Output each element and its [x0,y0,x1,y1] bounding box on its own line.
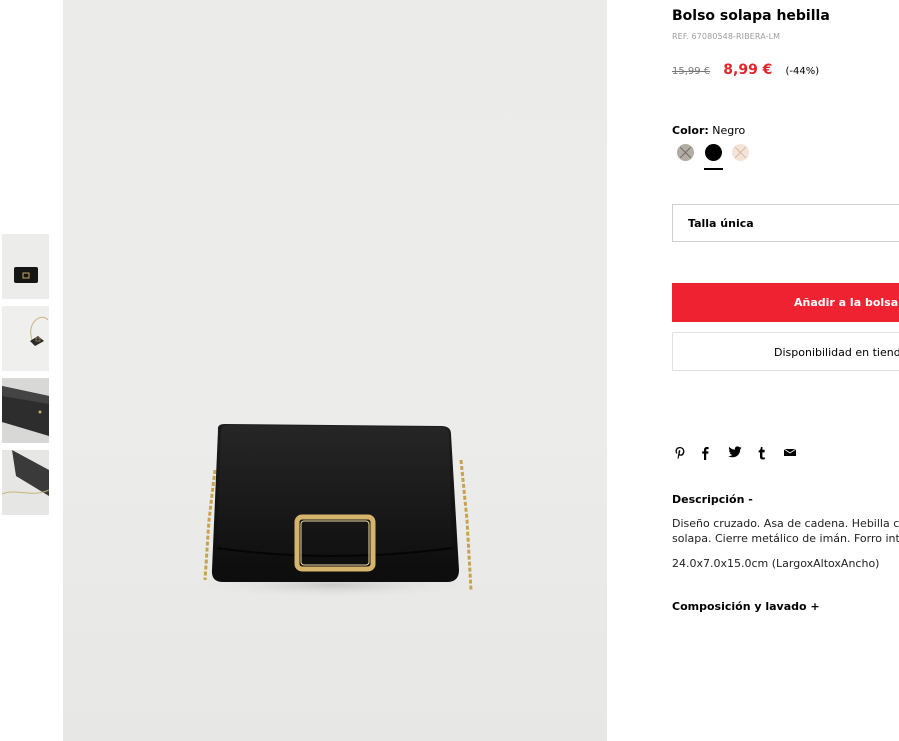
thumbnail-4[interactable] [2,450,49,515]
facebook-icon[interactable] [701,446,709,465]
swatch-black-selected[interactable] [705,144,722,161]
product-dimensions: 24.0x7.0x15.0cm (LargoxAltoxAncho) [672,557,880,570]
bag-chain-thumb-icon [2,306,49,371]
bag-side-thumb-icon [2,378,49,443]
add-to-bag-button[interactable]: Añadir a la bolsa [672,283,899,322]
sale-price: 8,99 € [723,62,773,78]
product-reference: REF. 67080548-RIBERA-LM [672,32,781,41]
color-label-key: Color: [672,124,709,137]
composition-toggle[interactable]: Composición y lavado + [672,600,820,613]
store-availability-button[interactable]: Disponibilidad en tiend [672,332,899,371]
product-title: Bolso solapa hebilla [672,8,830,24]
bag-front-thumb-icon [2,234,49,299]
swatch-taupe-unavailable[interactable] [677,144,694,161]
product-main-image[interactable] [63,0,607,741]
color-value: Negro [712,124,746,137]
pinterest-icon[interactable] [674,446,686,465]
old-price: 15,99 € [672,66,711,77]
thumbnail-3[interactable] [2,378,49,443]
description-toggle[interactable]: Descripción - [672,493,753,506]
swatch-nude-unavailable[interactable] [732,144,749,161]
description-text: Diseño cruzado. Asa de cadena. Hebilla c… [672,516,899,546]
thumbnail-1[interactable] [2,234,49,299]
description-line-1: Diseño cruzado. Asa de cadena. Hebilla c [672,517,899,530]
thumbnail-2[interactable] [2,306,49,371]
selected-swatch-underline [704,168,723,170]
twitter-icon[interactable] [728,446,742,463]
price-row: 15,99 € 8,99 € (-44%) [672,59,819,78]
size-selector[interactable]: Talla única [672,204,899,242]
discount-badge: (-44%) [785,66,820,77]
color-label: Color: Negro [672,124,745,137]
description-line-2: solapa. Cierre metálico de imán. Forro i… [672,532,899,545]
bag-top-thumb-icon [2,450,49,515]
black-bag-image [183,424,483,599]
email-icon[interactable] [783,446,797,462]
thumbnail-strip [2,234,49,522]
color-swatches [675,144,765,174]
tumblr-icon[interactable] [758,446,766,465]
